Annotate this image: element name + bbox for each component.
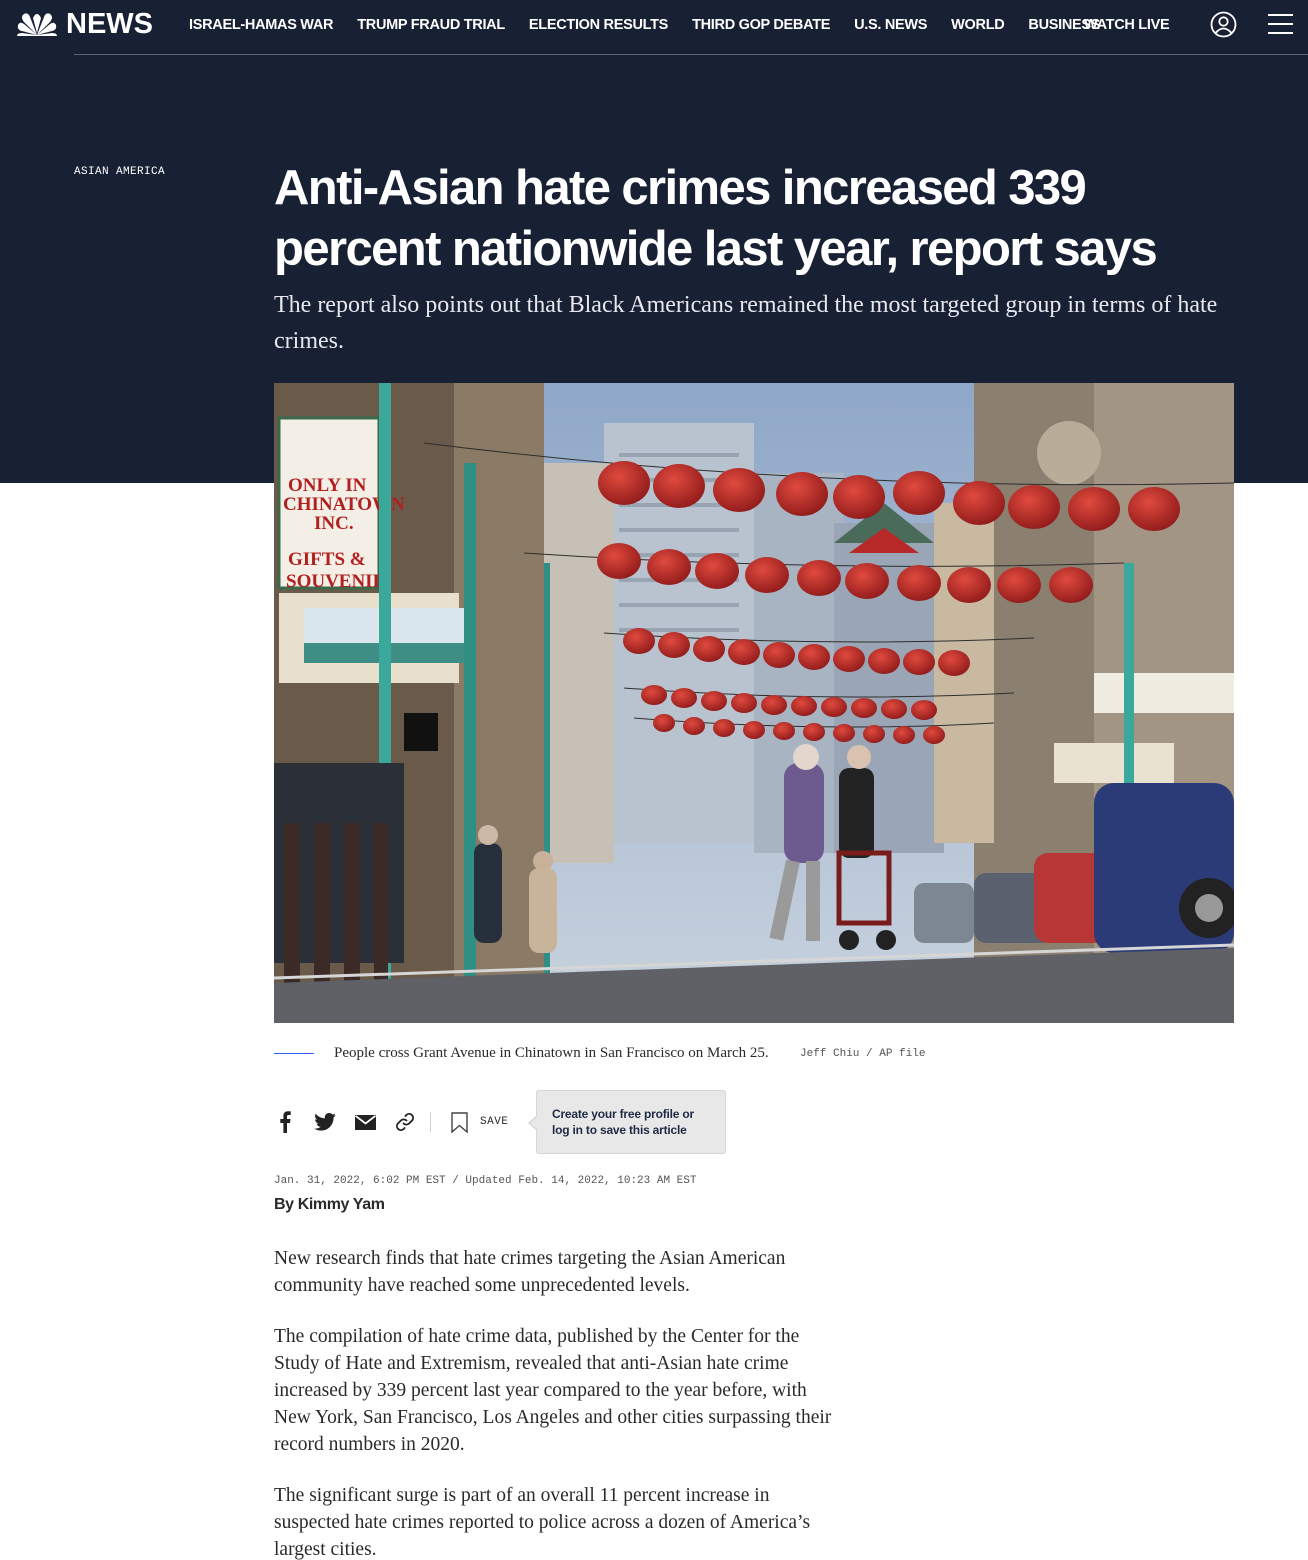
bookmark-icon [451,1111,468,1133]
article-paragraph: The significant surge is part of an over… [274,1485,811,1560]
save-label: SAVE [480,1116,509,1128]
nav-link-israel-hamas-war[interactable]: ISRAEL-HAMAS WAR [189,15,334,35]
peacock-icon [17,13,57,36]
section-label[interactable]: ASIAN AMERICA [74,165,165,179]
share-divider [430,1112,431,1132]
nbc-news-logo[interactable]: NEWS [16,9,153,39]
chinatown-sign-text: GIFTS & [288,549,366,570]
nav-link-election-results[interactable]: ELECTION RESULTS [529,15,668,35]
watch-live-link[interactable]: WATCH LIVE [1084,15,1170,35]
image-credit: Jeff Chiu / AP file [800,1048,926,1060]
link-icon[interactable] [394,1111,416,1133]
chinatown-sign-text: SOUVENIR [286,571,387,592]
user-circle-icon[interactable] [1210,11,1237,38]
save-button[interactable]: SAVE [451,1111,509,1133]
article-body: New research finds that hate crimes targ… [274,1245,840,1560]
chinatown-sign-text: INC. [314,513,354,534]
primary-nav: ISRAEL-HAMAS WAR TRUMP FRAUD TRIAL ELECT… [189,15,1124,35]
byline: By Kimmy Yam [274,1194,385,1216]
logo-wordmark: NEWS [66,8,153,40]
twitter-icon[interactable] [314,1111,336,1133]
author-link[interactable]: Kimmy Yam [298,1196,385,1213]
image-caption: People cross Grant Avenue in Chinatown i… [334,1045,769,1061]
article-paragraph: The compilation of hate crime data, publ… [274,1326,832,1455]
save-tooltip[interactable]: Create your free profile or log in to sa… [528,1090,726,1154]
article-headline: Anti-Asian hate crimes increased 339 per… [274,161,1158,276]
share-bar: SAVE [274,1108,508,1136]
facebook-icon[interactable] [274,1111,296,1133]
nav-link-third-gop-debate[interactable]: THIRD GOP DEBATE [692,15,830,35]
email-icon[interactable] [354,1111,376,1133]
hamburger-menu-icon[interactable] [1267,13,1294,35]
caption-rule [274,1053,314,1054]
byline-prefix: By [274,1196,294,1213]
hero-photo: ONLY IN CHINATOWN INC. GIFTS & SOUVENIR [274,383,1234,1023]
nav-link-world[interactable]: WORLD [951,15,1005,35]
article-paragraph: New research finds that hate crimes targ… [274,1248,786,1296]
article-timestamp: Jan. 31, 2022, 6:02 PM EST / Updated Feb… [274,1175,697,1187]
chinatown-sign-text: ONLY IN [288,475,367,496]
nav-divider [74,54,1308,55]
nav-link-us-news[interactable]: U.S. NEWS [854,15,927,35]
nav-link-trump-fraud-trial[interactable]: TRUMP FRAUD TRIAL [357,15,505,35]
article-dek: The report also points out that Black Am… [274,292,1218,354]
top-nav: NEWS ISRAEL-HAMAS WAR TRUMP FRAUD TRIAL … [0,0,1308,50]
